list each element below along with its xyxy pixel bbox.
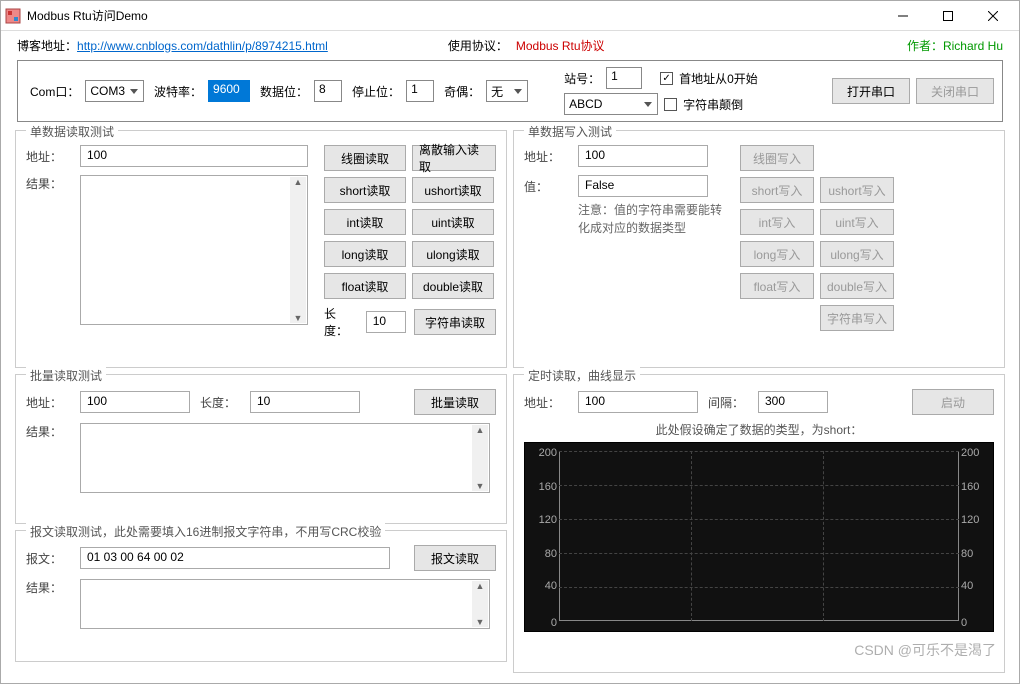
parity-select[interactable]: 无 — [486, 80, 528, 102]
write-ulong-button[interactable]: ulong写入 — [820, 241, 894, 267]
com-label: Com口： — [30, 83, 79, 100]
byteorder-select[interactable]: ABCD — [564, 93, 658, 115]
read-coil-button[interactable]: 线圈读取 — [324, 145, 406, 171]
msg-read-group: 报文读取测试，此处需要填入16进制报文字符串，不用写CRC校验 报文：01 03… — [15, 530, 507, 662]
author-label: 作者： — [907, 37, 943, 54]
minimize-button[interactable] — [880, 2, 925, 30]
write-note: 注意：值的字符串需要能转化成对应的数据类型 — [578, 201, 724, 237]
close-port-button: 关闭串口 — [916, 78, 994, 104]
chart-note: 此处假设确定了数据的类型，为short： — [524, 421, 994, 438]
read-int-button[interactable]: int读取 — [324, 209, 406, 235]
group-legend: 单数据读取测试 — [26, 123, 118, 140]
start-button[interactable]: 启动 — [912, 389, 994, 415]
stopbits-label: 停止位： — [352, 83, 400, 100]
timed-addr-input[interactable]: 100 — [578, 391, 698, 413]
read-discrete-button[interactable]: 离散输入读取 — [412, 145, 496, 171]
read-result-textarea[interactable]: ▲▼ — [80, 175, 308, 325]
write-int-button[interactable]: int写入 — [740, 209, 814, 235]
batch-result-textarea[interactable]: ▲▼ — [80, 423, 490, 493]
read-short-button[interactable]: short读取 — [324, 177, 406, 203]
station-label: 站号： — [564, 70, 600, 87]
read-float-button[interactable]: float读取 — [324, 273, 406, 299]
timed-read-group: 定时读取，曲线显示 地址：100 间隔：300 启动 此处假设确定了数据的类型，… — [513, 374, 1005, 673]
batch-len-input[interactable]: 10 — [250, 391, 360, 413]
write-string-button[interactable]: 字符串写入 — [820, 305, 894, 331]
scrollbar[interactable]: ▲▼ — [472, 425, 488, 491]
stopbits-input[interactable]: 1 — [406, 80, 434, 102]
close-button[interactable] — [970, 2, 1015, 30]
single-read-group: 单数据读取测试 地址：100 结果： ▲▼ 线圈读取离散输入读取 short读取… — [15, 130, 507, 368]
msg-input[interactable]: 01 03 00 64 00 02 — [80, 547, 390, 569]
author-value: Richard Hu — [943, 39, 1003, 53]
read-ulong-button[interactable]: ulong读取 — [412, 241, 494, 267]
read-addr-input[interactable]: 100 — [80, 145, 308, 167]
databits-label: 数据位： — [260, 83, 308, 100]
write-addr-input[interactable]: 100 — [578, 145, 708, 167]
write-double-button[interactable]: double写入 — [820, 273, 894, 299]
msg-result-textarea[interactable]: ▲▼ — [80, 579, 490, 629]
batch-read-button[interactable]: 批量读取 — [414, 389, 496, 415]
titlebar: Modbus Rtu访问Demo — [1, 1, 1019, 31]
station-input[interactable]: 1 — [606, 67, 642, 89]
write-coil-button[interactable]: 线圈写入 — [740, 145, 814, 171]
write-long-button[interactable]: long写入 — [740, 241, 814, 267]
write-ushort-button[interactable]: ushort写入 — [820, 177, 894, 203]
baud-input[interactable]: 9600 — [208, 80, 250, 102]
reverse-checkbox[interactable] — [664, 98, 677, 111]
read-string-button[interactable]: 字符串读取 — [414, 309, 496, 335]
addr0-label: 首地址从0开始 — [679, 70, 758, 87]
batch-addr-input[interactable]: 100 — [80, 391, 190, 413]
write-value-input[interactable]: False — [578, 175, 708, 197]
write-uint-button[interactable]: uint写入 — [820, 209, 894, 235]
write-float-button[interactable]: float写入 — [740, 273, 814, 299]
baud-label: 波特率： — [154, 83, 202, 100]
reverse-label: 字符串颠倒 — [683, 96, 743, 113]
config-bar: Com口： COM3 波特率： 9600 数据位： 8 停止位： 1 奇偶： 无… — [17, 60, 1003, 122]
read-long-button[interactable]: long读取 — [324, 241, 406, 267]
parity-label: 奇偶： — [444, 83, 480, 100]
proto-label: 使用协议： — [448, 37, 508, 54]
write-short-button[interactable]: short写入 — [740, 177, 814, 203]
read-uint-button[interactable]: uint读取 — [412, 209, 494, 235]
maximize-button[interactable] — [925, 2, 970, 30]
com-select[interactable]: COM3 — [85, 80, 144, 102]
msg-read-button[interactable]: 报文读取 — [414, 545, 496, 571]
open-port-button[interactable]: 打开串口 — [832, 78, 910, 104]
read-ushort-button[interactable]: ushort读取 — [412, 177, 494, 203]
proto-value: Modbus Rtu协议 — [516, 37, 605, 54]
window-title: Modbus Rtu访问Demo — [27, 7, 880, 24]
scrollbar[interactable]: ▲▼ — [290, 177, 306, 323]
chart-area: 200 160 120 80 40 0 200 160 120 80 40 0 — [524, 442, 994, 632]
timed-interval-input[interactable]: 300 — [758, 391, 828, 413]
databits-input[interactable]: 8 — [314, 80, 342, 102]
read-double-button[interactable]: double读取 — [412, 273, 494, 299]
batch-read-group: 批量读取测试 地址：100 长度：10 批量读取 结果： ▲▼ — [15, 374, 507, 524]
app-icon — [5, 8, 21, 24]
single-write-group: 单数据写入测试 地址：100 值：False 注意：值的字符串需要能转化成对应的… — [513, 130, 1005, 368]
blog-link[interactable]: http://www.cnblogs.com/dathlin/p/8974215… — [77, 39, 328, 53]
read-len-input[interactable]: 10 — [366, 311, 406, 333]
addr0-checkbox[interactable]: ✓ — [660, 72, 673, 85]
blog-label: 博客地址： — [17, 37, 77, 54]
scrollbar[interactable]: ▲▼ — [472, 581, 488, 627]
